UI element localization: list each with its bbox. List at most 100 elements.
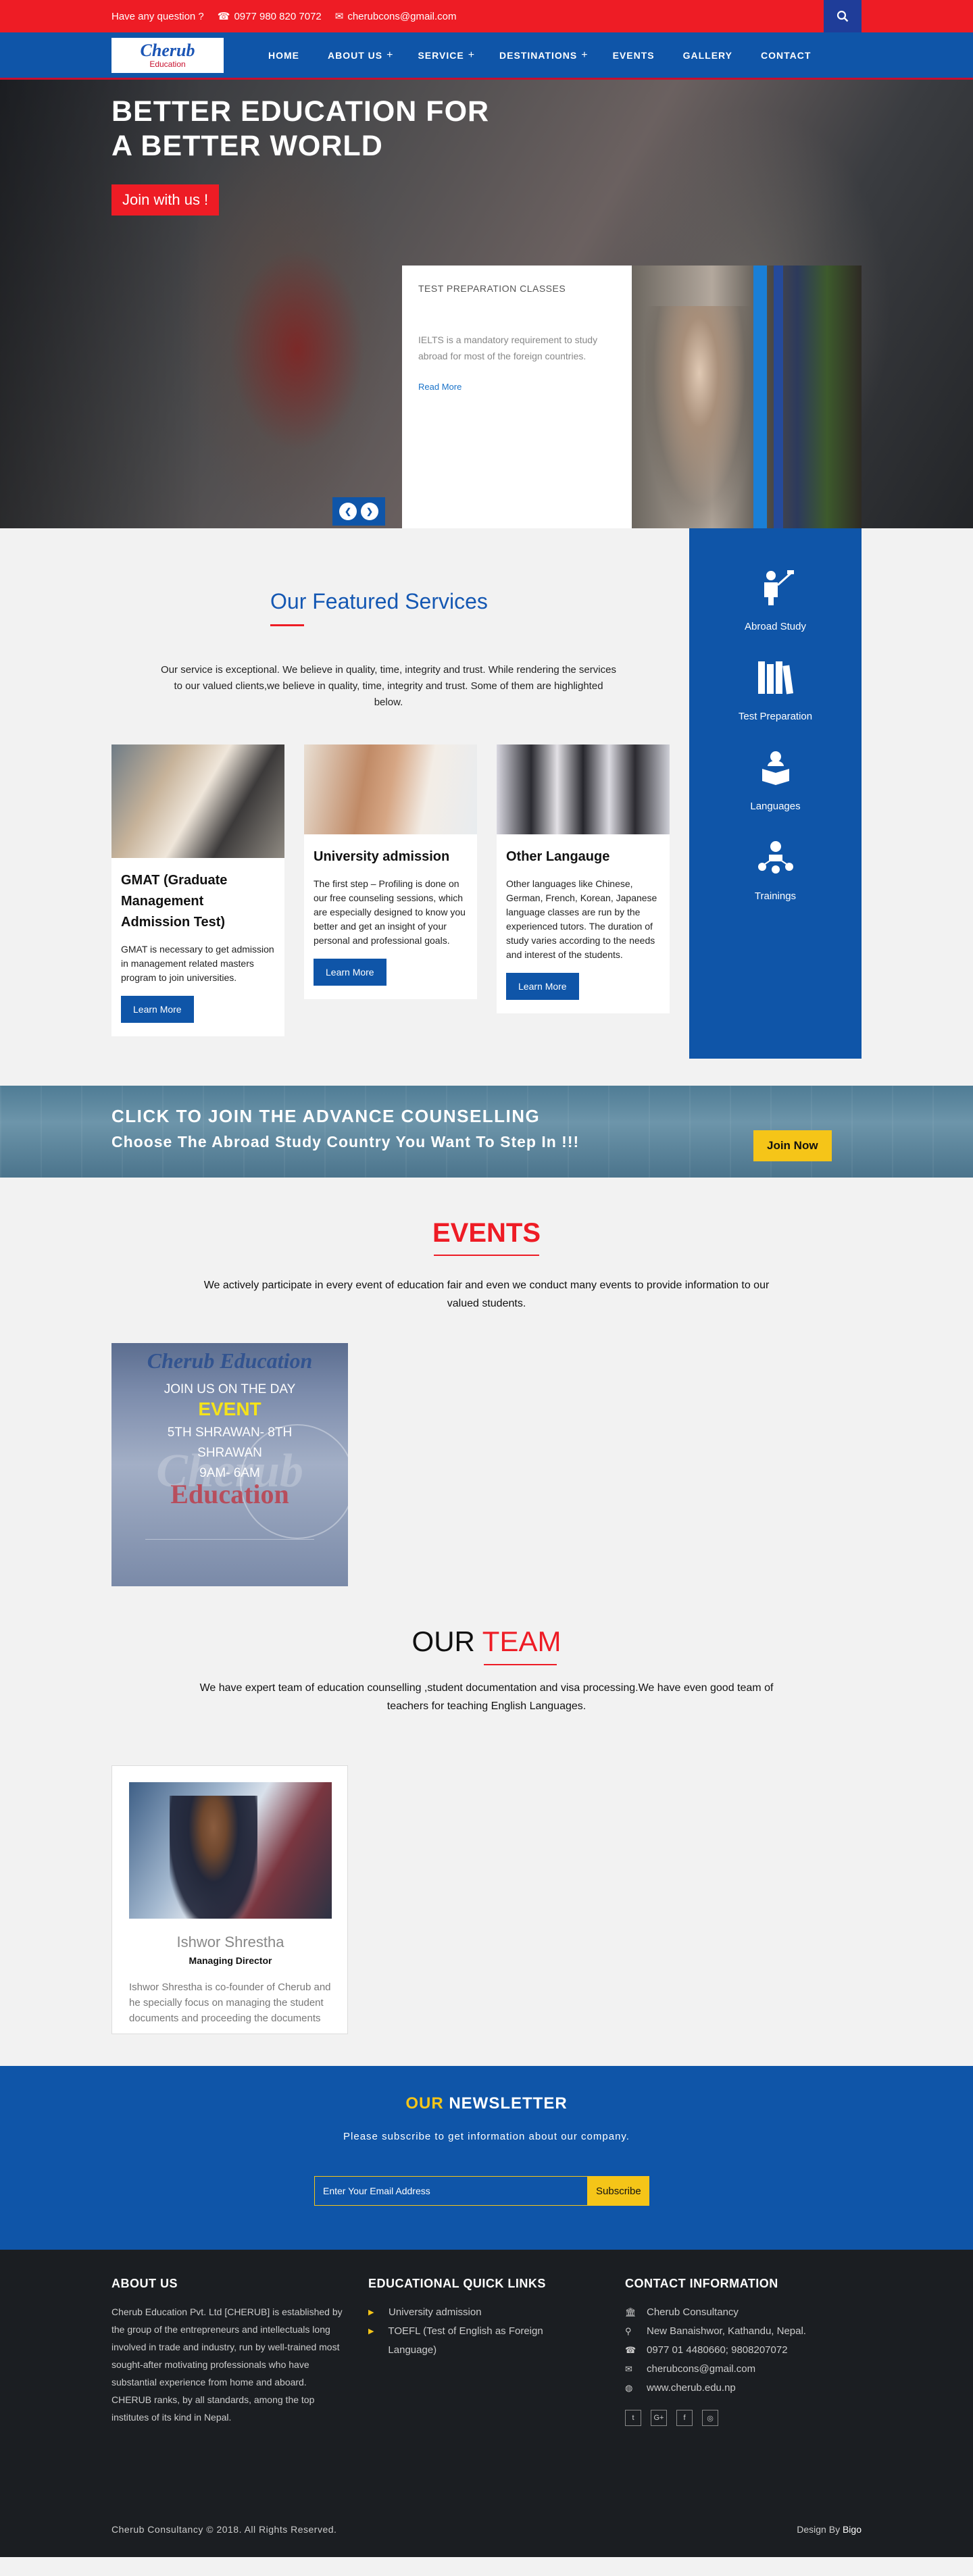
- service-card-desc: The first step – Profiling is done on ou…: [314, 878, 466, 946]
- footer-about-text: Cherub Education Pvt. Ltd [CHERUB] is es…: [111, 2306, 343, 2423]
- newsletter-email-input[interactable]: [314, 2176, 588, 2206]
- slider-card-description: IELTS is a mandatory requirement to stud…: [418, 334, 598, 361]
- design-credit: Design By Bigo: [797, 2524, 862, 2535]
- footer-contact-title: CONTACT INFORMATION: [625, 2277, 778, 2290]
- service-image: [497, 744, 670, 834]
- events-intro: We actively participate in every event o…: [203, 1280, 770, 1309]
- counselling-heading: CLICK TO JOIN THE ADVANCE COUNSELLING: [111, 1106, 541, 1126]
- nav-item-gallery[interactable]: GALLERY: [671, 49, 749, 61]
- service-card-title: GMAT (Graduate Management Admission Test…: [121, 873, 228, 930]
- service-image: [304, 744, 477, 834]
- nav-item-destinations[interactable]: DESTINATIONS +: [487, 49, 601, 61]
- sidebar-item-languages[interactable]: Languages: [689, 749, 862, 812]
- poster-join-text: JOIN US ON THE DAY: [164, 1382, 296, 1396]
- poster-event-text: EVENT: [198, 1398, 261, 1419]
- books-icon: [689, 659, 862, 704]
- join-now-button[interactable]: Join Now: [753, 1130, 832, 1161]
- poster-logo: Cherub Education: [147, 1348, 313, 1373]
- copyright-text: Cherub Consultancy © 2018. All Rights Re…: [111, 2524, 337, 2535]
- learn-more-button[interactable]: Learn More: [506, 973, 579, 1000]
- prev-arrow-icon[interactable]: ❮: [339, 503, 357, 520]
- caret-right-icon: ▶: [368, 2308, 374, 2317]
- search-button[interactable]: [824, 0, 862, 32]
- poster-date-text-2: SHRAWAN: [197, 1446, 262, 1460]
- team-title: OUR TEAM: [411, 1625, 562, 1657]
- team-member-desc: Ishwor Shrestha is co-founder of Cherub …: [129, 1981, 331, 2024]
- contact-website[interactable]: ◍ www.cherub.edu.np: [625, 2379, 868, 2398]
- social-links: t G+ f ◎: [625, 2410, 868, 2426]
- sidebar-item-abroad-study[interactable]: Abroad Study: [689, 569, 862, 632]
- plus-icon: +: [386, 49, 394, 61]
- sidebar-item-test-preparation[interactable]: Test Preparation: [689, 659, 862, 722]
- service-card-gmat: GMAT (Graduate Management Admission Test…: [111, 744, 284, 1036]
- designer-link[interactable]: Bigo: [843, 2524, 862, 2535]
- nav-item-about-us[interactable]: ABOUT US +: [316, 49, 405, 61]
- service-card-title: Other Langauge: [506, 849, 610, 864]
- featured-services-section: Our Featured Services Our service is exc…: [0, 528, 973, 1086]
- footer-contact: CONTACT INFORMATION 🏛 Cherub Consultancy …: [625, 2277, 868, 2426]
- twitter-icon[interactable]: t: [625, 2410, 641, 2426]
- footer-links-title: EDUCATIONAL QUICK LINKS: [368, 2277, 546, 2290]
- question-text: Have any question ?: [111, 10, 204, 22]
- contact-email[interactable]: ✉ cherubcons@gmail.com: [625, 2360, 868, 2379]
- next-arrow-icon[interactable]: ❯: [361, 503, 378, 520]
- phone-icon: ☎: [217, 11, 230, 22]
- services-title: Our Featured Services: [270, 589, 488, 613]
- nav-item-service[interactable]: SERVICE +: [405, 49, 487, 61]
- services-intro: Our service is exceptional. We believe i…: [161, 664, 616, 708]
- facebook-icon[interactable]: f: [676, 2410, 693, 2426]
- email-link[interactable]: ✉ cherubcons@gmail.com: [335, 10, 457, 23]
- reading-icon: [689, 749, 862, 794]
- nav-item-home[interactable]: HOME: [256, 49, 316, 61]
- join-with-us-button[interactable]: Join with us !: [111, 184, 220, 216]
- counselling-subheading: Choose The Abroad Study Country You Want…: [111, 1133, 580, 1151]
- slider-image: [632, 266, 862, 528]
- search-icon: [837, 10, 849, 22]
- google-plus-icon[interactable]: G+: [651, 2410, 667, 2426]
- contact-address: ⚲ New Banaishwor, Kathandu, Nepal.: [625, 2322, 868, 2341]
- contact-company: 🏛 Cherub Consultancy: [625, 2303, 868, 2322]
- service-card-other-language: Other Langauge Other languages like Chin…: [497, 744, 670, 1013]
- counselling-banner: CLICK TO JOIN THE ADVANCE COUNSELLING Ch…: [0, 1086, 973, 1178]
- slider-nav: ❮ ❯: [332, 497, 385, 526]
- events-section: EVENTS We actively participate in every …: [0, 1178, 973, 1625]
- team-member-card: Ishwor Shrestha Managing Director Ishwor…: [111, 1765, 348, 2034]
- email-icon: ✉: [625, 2364, 632, 2374]
- event-poster[interactable]: Cherub Education Cherub Education JOIN U…: [111, 1343, 348, 1586]
- training-icon: [689, 838, 862, 884]
- hero-heading: BETTER EDUCATION FOR A BETTER WORLD: [111, 95, 490, 162]
- nav-item-contact[interactable]: CONTACT: [749, 49, 827, 61]
- footer-link[interactable]: ▶ TOEFL (Test of English as Foreign Langu…: [368, 2322, 584, 2360]
- service-card-desc: Other languages like Chinese, German, Fr…: [506, 878, 657, 960]
- team-intro: We have expert team of education counsel…: [199, 1682, 774, 1712]
- newsletter-form: Subscribe: [314, 2176, 649, 2206]
- footer-link[interactable]: ▶ University admission: [368, 2303, 584, 2322]
- phone-link[interactable]: ☎ 0977 980 820 7072: [217, 10, 322, 23]
- instagram-icon[interactable]: ◎: [702, 2410, 718, 2426]
- footer-quick-links: EDUCATIONAL QUICK LINKS ▶ University admi…: [368, 2277, 584, 2360]
- service-card-title: University admission: [314, 849, 450, 864]
- sidebar-item-trainings[interactable]: Trainings: [689, 838, 862, 902]
- location-icon: ⚲: [625, 2326, 632, 2336]
- hero-banner: BETTER EDUCATION FOR A BETTER WORLD Join …: [0, 80, 973, 528]
- footer-about: ABOUT US Cherub Education Pvt. Ltd [CHER…: [111, 2277, 348, 2426]
- team-section: OUR TEAM We have expert team of educatio…: [0, 1625, 973, 2066]
- poster-date-text: 5TH SHRAWAN- 8TH: [167, 1425, 293, 1440]
- newsletter-title: OUR NEWSLETTER: [405, 2094, 568, 2113]
- read-more-link[interactable]: Read More: [418, 382, 616, 392]
- learn-more-button[interactable]: Learn More: [314, 959, 386, 986]
- nav-item-events[interactable]: EVENTS: [601, 49, 671, 61]
- logo-text: Cherub: [140, 41, 195, 60]
- phone-icon: ☎: [625, 2345, 637, 2355]
- learn-more-button[interactable]: Learn More: [121, 996, 194, 1023]
- site-logo[interactable]: Cherub Education: [111, 37, 224, 73]
- subscribe-button[interactable]: Subscribe: [588, 2176, 649, 2206]
- service-card-university-admission: University admission The first step – Pr…: [304, 744, 477, 999]
- service-card-desc: GMAT is necessary to get admission in ma…: [121, 944, 274, 983]
- globe-icon: ◍: [625, 2383, 633, 2393]
- contact-phone: ☎ 0977 01 4480660; 9808207072: [625, 2341, 868, 2360]
- main-nav: Cherub Education HOME ABOUT US + SERVICE +…: [0, 32, 973, 80]
- phone-number: 0977 980 820 7072: [234, 10, 322, 22]
- team-member-role: Managing Director: [189, 1955, 272, 1966]
- services-sidebar: Abroad Study Test Preparation Languages …: [689, 528, 862, 1059]
